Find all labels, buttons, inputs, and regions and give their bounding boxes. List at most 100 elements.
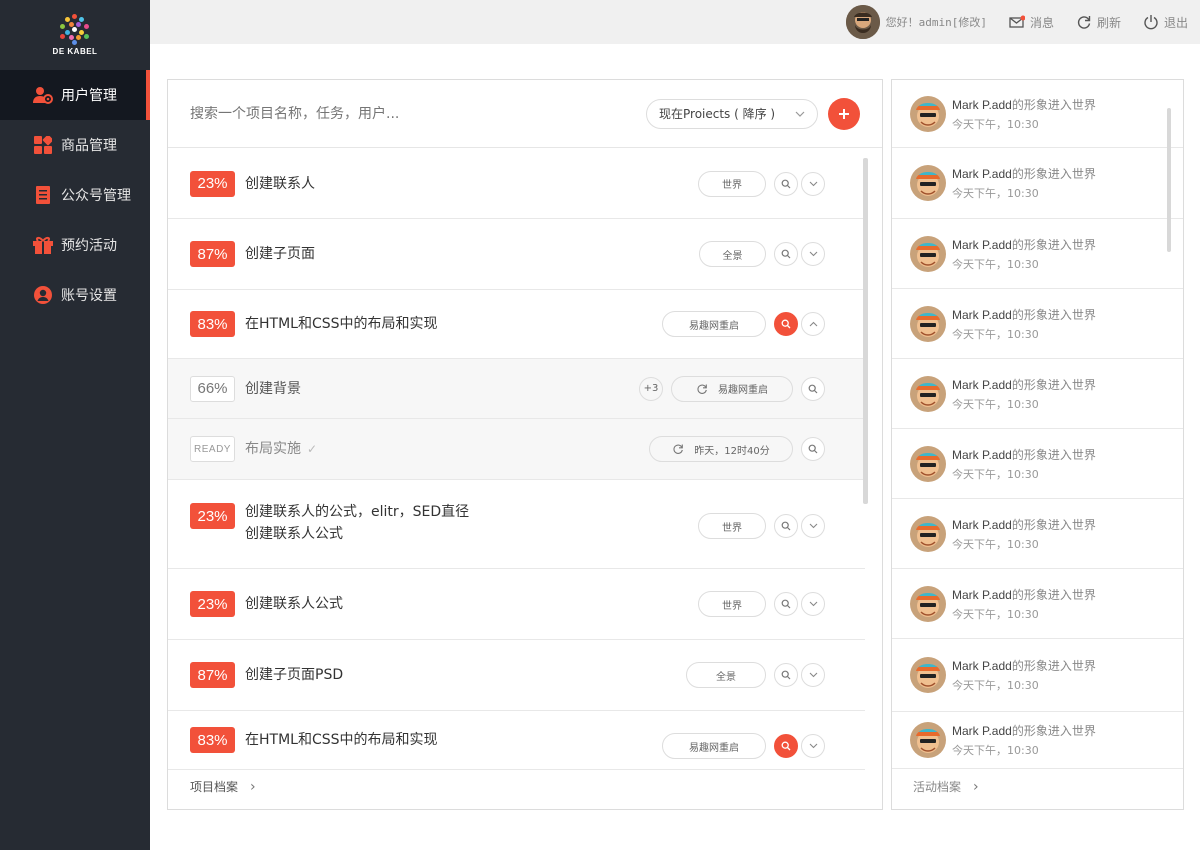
- scrollbar[interactable]: [1167, 108, 1171, 252]
- subtask-row[interactable]: 66% 创建背景 +3 易趣网重启: [168, 359, 865, 419]
- task-row[interactable]: 87% 创建子页面PSD 全景: [168, 640, 865, 711]
- task-title: 布局实施: [245, 441, 301, 457]
- sidebar-item-label: 商品管理: [61, 138, 117, 154]
- progress-badge: 66%: [190, 375, 235, 402]
- sidebar-item-product-management[interactable]: 商品管理: [0, 120, 150, 170]
- scrollbar[interactable]: [863, 158, 868, 504]
- collapse-button[interactable]: [801, 312, 825, 336]
- progress-badge: 23%: [190, 170, 235, 197]
- search-icon: [781, 670, 791, 680]
- activity-action: 的形象进入世界: [1011, 237, 1096, 252]
- task-tag[interactable]: 全景: [686, 662, 766, 688]
- activity-user: Mark P.add: [952, 377, 1012, 392]
- progress-badge: 87%: [190, 241, 235, 267]
- expand-button[interactable]: [801, 171, 825, 196]
- task-tag[interactable]: 昨天，12时40分: [649, 436, 793, 462]
- activity-user: Mark P.add: [952, 517, 1012, 532]
- search-button[interactable]: [774, 312, 798, 336]
- edit-link[interactable]: [修改]: [952, 16, 987, 29]
- progress-badge: 23%: [190, 503, 235, 529]
- sidebar-item-label: 公众号管理: [61, 188, 131, 204]
- expand-button[interactable]: [801, 734, 825, 758]
- search-button[interactable]: [774, 734, 798, 758]
- task-title: 创建联系人公式: [245, 596, 343, 612]
- activity-item[interactable]: Mark P.add的形象进入世界 今天下午，10:30: [892, 219, 1183, 289]
- expand-button[interactable]: [801, 592, 825, 616]
- avatar: [910, 445, 946, 482]
- sidebar-item-account-settings[interactable]: 账号设置: [0, 270, 150, 320]
- avatar: [910, 515, 946, 552]
- activity-item[interactable]: Mark P.add的形象进入世界 今天下午，10:30: [892, 499, 1183, 569]
- activity-user: Mark P.add: [952, 659, 1012, 673]
- power-icon: [1144, 15, 1158, 30]
- avatar: [910, 375, 946, 412]
- sidebar-item-booking-activity[interactable]: 预约活动: [0, 220, 150, 270]
- avatar: [910, 235, 946, 272]
- messages-button[interactable]: 消息: [1009, 14, 1054, 31]
- search-button[interactable]: [774, 242, 798, 266]
- logo[interactable]: DE KABEL: [0, 0, 150, 70]
- search-button[interactable]: [774, 171, 798, 196]
- search-button[interactable]: [774, 663, 798, 687]
- chevron-down-icon: [809, 601, 817, 607]
- activity-user: Mark P.add: [952, 167, 1012, 181]
- add-project-button[interactable]: [828, 97, 860, 130]
- search-button[interactable]: [774, 592, 798, 616]
- activity-item[interactable]: Mark P.add的形象进入世界 今天下午，10:30: [892, 569, 1183, 639]
- sidebar-item-user-management[interactable]: 用户管理: [0, 70, 150, 120]
- task-title: 在HTML和CSS中的布局和实现: [245, 732, 438, 748]
- activity-action: 的形象进入世界: [1011, 724, 1096, 738]
- task-tag[interactable]: 易趣网重启: [671, 375, 793, 402]
- chevron-right-icon: ›: [250, 778, 256, 795]
- activity-item[interactable]: Mark P.add的形象进入世界 今天下午，10:30: [892, 712, 1183, 769]
- activity-time: 今天下午，10:30: [952, 397, 1039, 411]
- subtask-row[interactable]: READY 布局实施 ✓ 昨天，12时40分: [168, 419, 865, 480]
- activity-item[interactable]: Mark P.add的形象进入世界 今天下午，10:30: [892, 429, 1183, 499]
- activity-item[interactable]: Mark P.add的形象进入世界 今天下午，10:30: [892, 359, 1183, 429]
- progress-badge: 23%: [190, 591, 235, 617]
- avatar[interactable]: [845, 5, 880, 39]
- sidebar-item-label: 账号设置: [61, 288, 117, 304]
- search-button[interactable]: [774, 514, 798, 538]
- task-tag[interactable]: 易趣网重启: [662, 733, 766, 759]
- activity-item[interactable]: Mark P.add的形象进入世界 今天下午，10:30: [892, 148, 1183, 219]
- logout-button[interactable]: 退出: [1143, 14, 1188, 31]
- sidebar-item-official-account[interactable]: 公众号管理: [0, 170, 150, 220]
- expand-button[interactable]: [801, 242, 825, 266]
- task-row[interactable]: 83% 在HTML和CSS中的布局和实现 易趣网重启: [168, 711, 865, 769]
- more-count-badge[interactable]: +3: [639, 376, 663, 401]
- activity-time: 今天下午，10:30: [952, 744, 1039, 757]
- task-title: 在HTML和CSS中的布局和实现: [245, 316, 438, 332]
- search-button[interactable]: [801, 437, 825, 461]
- task-row[interactable]: 83% 在HTML和CSS中的布局和实现 易趣网重启: [168, 290, 865, 359]
- activity-item[interactable]: Mark P.add的形象进入世界 今天下午，10:30: [892, 289, 1183, 359]
- expand-button[interactable]: [801, 514, 825, 538]
- activity-archive-link[interactable]: 活动档案 ›: [913, 778, 979, 795]
- task-row[interactable]: 23% 创建联系人的公式，elitr，SED直径 创建联系人公式 世界: [168, 480, 865, 569]
- task-row[interactable]: 23% 创建联系人 世界: [168, 149, 865, 219]
- sort-select[interactable]: 现在Proiects ( 降序 ): [646, 98, 818, 129]
- task-tag[interactable]: 全景: [699, 241, 766, 267]
- activity-panel: Mark P.add的形象进入世界 今天下午，10:30 Mark P.add的…: [891, 79, 1184, 810]
- activity-item[interactable]: Mark P.add的形象进入世界 今天下午，10:30: [892, 639, 1183, 712]
- search-input[interactable]: [190, 105, 646, 122]
- refresh-button[interactable]: 刷新: [1076, 14, 1121, 31]
- task-row[interactable]: 87% 创建子页面 全景: [168, 219, 865, 290]
- avatar: [910, 722, 946, 758]
- task-tag[interactable]: 世界: [698, 170, 766, 197]
- activity-item[interactable]: Mark P.add的形象进入世界 今天下午，10:30: [892, 80, 1183, 148]
- task-tag[interactable]: 易趣网重启: [662, 311, 766, 337]
- activity-action: 的形象进入世界: [1011, 97, 1096, 112]
- task-row[interactable]: 23% 创建联系人公式 世界: [168, 569, 865, 640]
- projects-panel: 现在Proiects ( 降序 ) 23% 创建联系人 世界 87% 创建子页面…: [167, 79, 883, 810]
- project-archive-link[interactable]: 项目档案 ›: [190, 778, 256, 795]
- task-tag[interactable]: 世界: [698, 513, 766, 539]
- activity-user: Mark P.add: [952, 237, 1012, 252]
- search-icon: [808, 444, 818, 454]
- expand-button[interactable]: [801, 663, 825, 687]
- task-tag[interactable]: 世界: [698, 591, 766, 617]
- activity-action: 的形象进入世界: [1011, 517, 1096, 532]
- search-button[interactable]: [801, 376, 825, 401]
- refresh-icon: [1077, 16, 1091, 29]
- progress-badge: 83%: [190, 311, 235, 337]
